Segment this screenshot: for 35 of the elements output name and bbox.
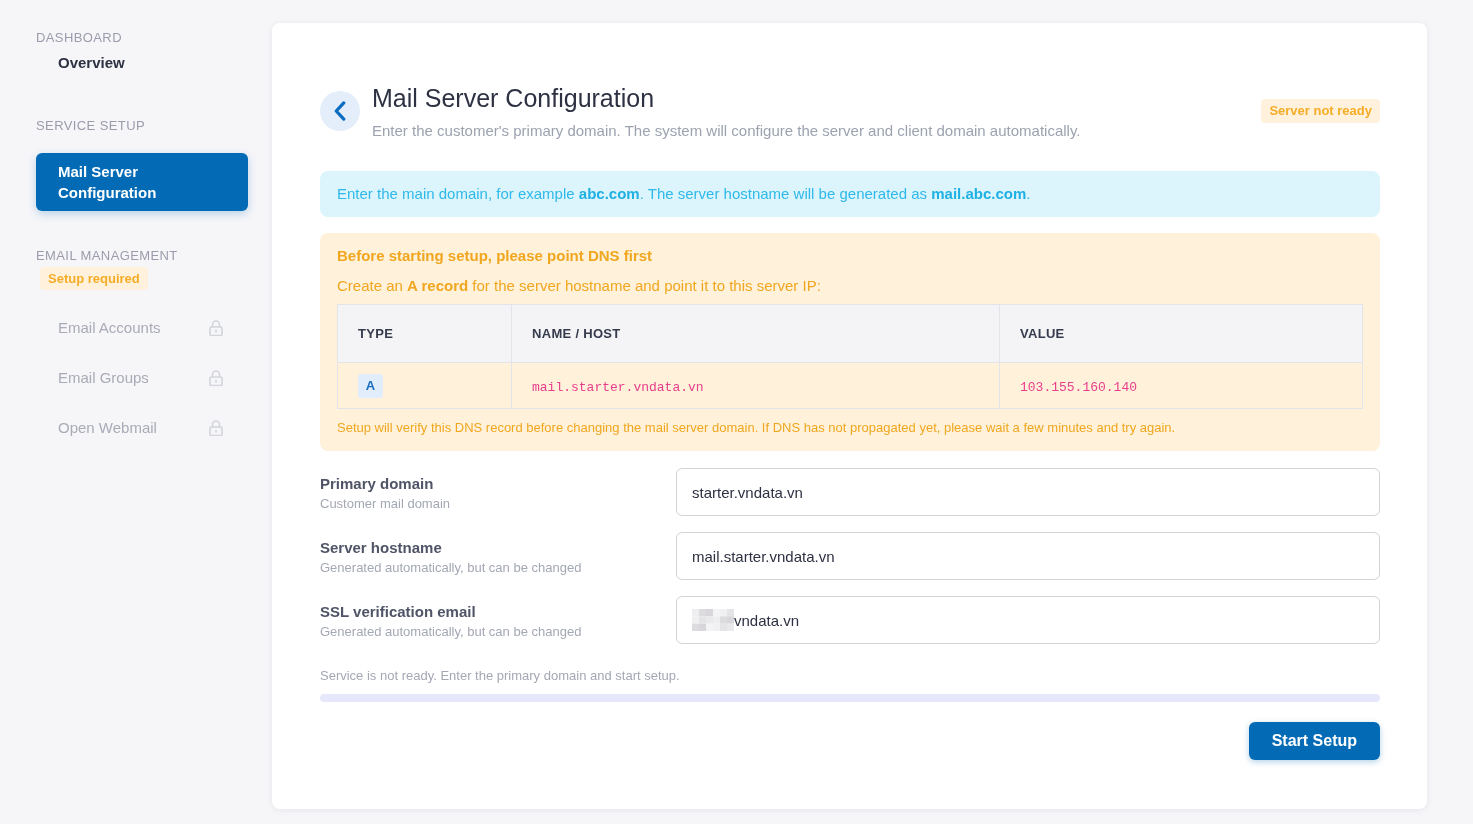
- chevron-left-icon: [333, 101, 347, 121]
- text-input[interactable]: mail.starter.vndata.vn: [676, 532, 1380, 580]
- status-message: Service is not ready. Enter the primary domain and start setup.: [320, 667, 681, 685]
- record-type: A: [358, 373, 383, 398]
- section-heading: SERVICE SETUP: [36, 118, 146, 133]
- field-hint: Generated automatically, but can be changed: [320, 559, 583, 577]
- text-input[interactable]: starter.vndata.vn: [676, 468, 1380, 516]
- field-label: Primary domain: [320, 474, 435, 494]
- start-setup-button[interactable]: Start Setup: [1248, 722, 1380, 760]
- lock-icon: [209, 420, 223, 436]
- text-input[interactable]: vndata.vn: [676, 596, 1380, 644]
- setup-required-notice: Setup required: [40, 267, 148, 290]
- server-status: Server not ready: [1261, 99, 1380, 123]
- field-label: Server hostname: [320, 538, 443, 558]
- field-label: SSL verification email: [320, 602, 477, 622]
- info-alert: Enter the main domain, for example abc.com. The server hostname will be generated as mail.abc.com.: [320, 171, 1380, 217]
- lock-icon: [209, 320, 223, 336]
- warning-note: Setup will verify this DNS record before changing the mail server domain. If DNS has not propagated yet, please wait a few minutes and try again.: [337, 419, 1177, 437]
- section-heading: DASHBOARD: [36, 30, 123, 45]
- field-hint: Customer mail domain: [320, 495, 452, 513]
- ip-address: 103.155.160.140: [1020, 379, 1138, 395]
- page-subtitle: Enter the customer's primary domain. The system will configure the server and client domain automatically.: [372, 121, 1082, 141]
- warning-instruction: Create an A record for the server hostname and point it to this server IP:: [337, 276, 822, 296]
- page-title: Mail Server Configuration: [372, 83, 656, 113]
- sidebar-item[interactable]: Overview: [36, 45, 248, 81]
- column-header: VALUE: [999, 304, 1363, 363]
- lock-icon: [209, 370, 223, 386]
- host-name: mail.starter.vndata.vn: [532, 379, 704, 395]
- column-header: TYPE: [337, 304, 512, 363]
- warning-title: Before starting setup, please point DNS first: [337, 246, 654, 266]
- sidebar-item[interactable]: Mail Server Configuration: [36, 153, 248, 211]
- column-header: NAME / HOST: [511, 304, 1000, 363]
- back-button[interactable]: [320, 91, 360, 131]
- section-heading: EMAIL MANAGEMENT: [36, 248, 179, 263]
- field-hint: Generated automatically, but can be changed: [320, 623, 583, 641]
